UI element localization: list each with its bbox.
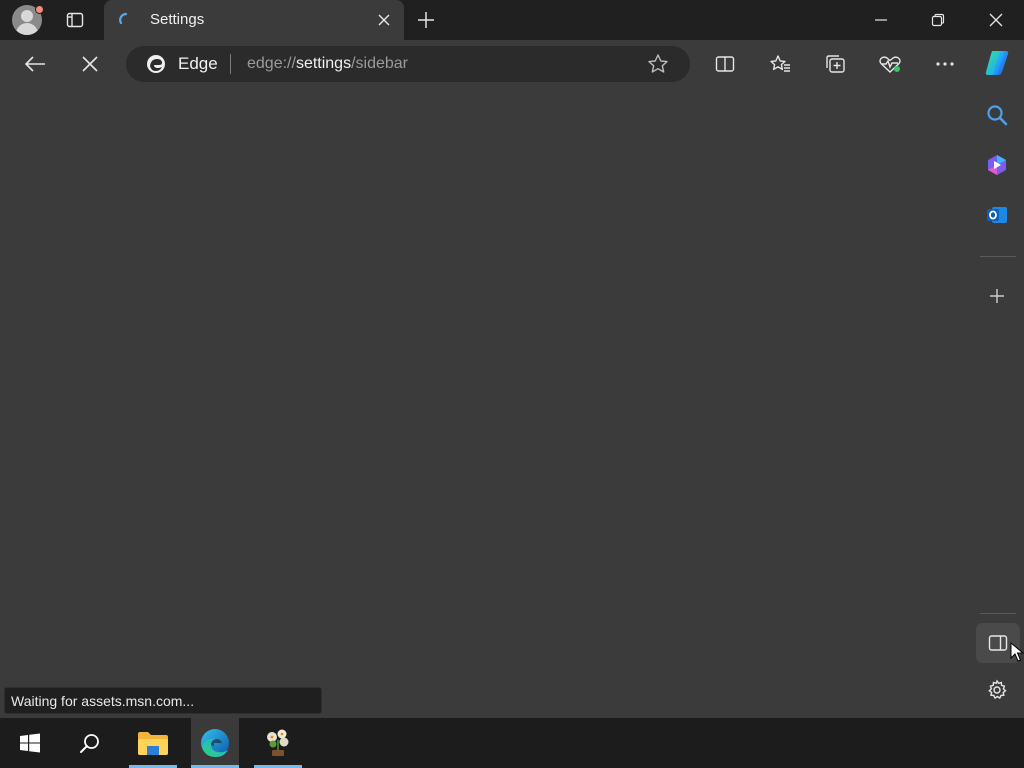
taskbar — [0, 718, 1024, 768]
avatar-body — [16, 23, 38, 35]
url-host: settings — [295, 55, 352, 72]
star-icon[interactable] — [646, 53, 670, 75]
sidebar-settings-button[interactable] — [980, 673, 1014, 707]
new-tab-button[interactable] — [414, 8, 438, 32]
windows-start-button[interactable] — [6, 718, 54, 768]
minimize-button[interactable] — [853, 0, 909, 40]
browser-essentials-button[interactable] — [873, 48, 907, 80]
site-identity-label: Edge — [178, 54, 218, 73]
close-window-button[interactable] — [968, 0, 1024, 40]
address-bar[interactable]: Edge edge://settings/sidebar — [126, 46, 690, 82]
url-scheme: edge:// — [247, 55, 296, 72]
profile-notification-dot — [35, 5, 44, 14]
status-bubble: Waiting for assets.msn.com... — [4, 687, 322, 714]
loading-spinner-icon — [118, 12, 134, 28]
tab-title: Settings — [150, 11, 205, 28]
url-text[interactable]: edge://settings/sidebar — [247, 55, 408, 73]
stop-loading-button[interactable] — [73, 48, 107, 80]
taskbar-plant-app-button[interactable] — [254, 718, 302, 768]
sidebar-divider-bottom — [980, 613, 1016, 614]
back-button[interactable] — [18, 48, 52, 80]
sidebar-search-button[interactable] — [980, 98, 1014, 132]
tab-close-icon[interactable] — [374, 10, 394, 30]
collections-button[interactable] — [818, 48, 852, 80]
split-screen-button[interactable] — [708, 48, 742, 80]
taskbar-edge-button[interactable] — [191, 718, 239, 768]
restore-button[interactable] — [910, 0, 966, 40]
mouse-cursor-icon — [1010, 641, 1024, 662]
taskbar-search-button[interactable] — [66, 718, 114, 768]
url-path: /sidebar — [351, 55, 408, 72]
tab-settings[interactable]: Settings — [104, 0, 404, 40]
address-separator — [230, 54, 231, 74]
sidebar-divider — [980, 256, 1016, 257]
copilot-icon[interactable] — [980, 46, 1014, 80]
tab-bar: Settings — [0, 0, 1024, 40]
avatar-head — [21, 10, 33, 22]
more-icon[interactable] — [928, 48, 962, 80]
taskbar-file-explorer-button[interactable] — [129, 718, 177, 768]
toolbar: Edge edge://settings/sidebar — [0, 40, 1024, 88]
sidebar — [972, 88, 1024, 716]
edge-identity-icon — [146, 54, 166, 74]
favorites-button[interactable] — [763, 48, 797, 80]
sidebar-outlook-button[interactable] — [980, 198, 1014, 232]
sidebar-copilot-designer-button[interactable] — [980, 148, 1014, 182]
vertical-tabs-icon[interactable] — [60, 8, 90, 32]
sidebar-add-button[interactable] — [980, 279, 1014, 313]
